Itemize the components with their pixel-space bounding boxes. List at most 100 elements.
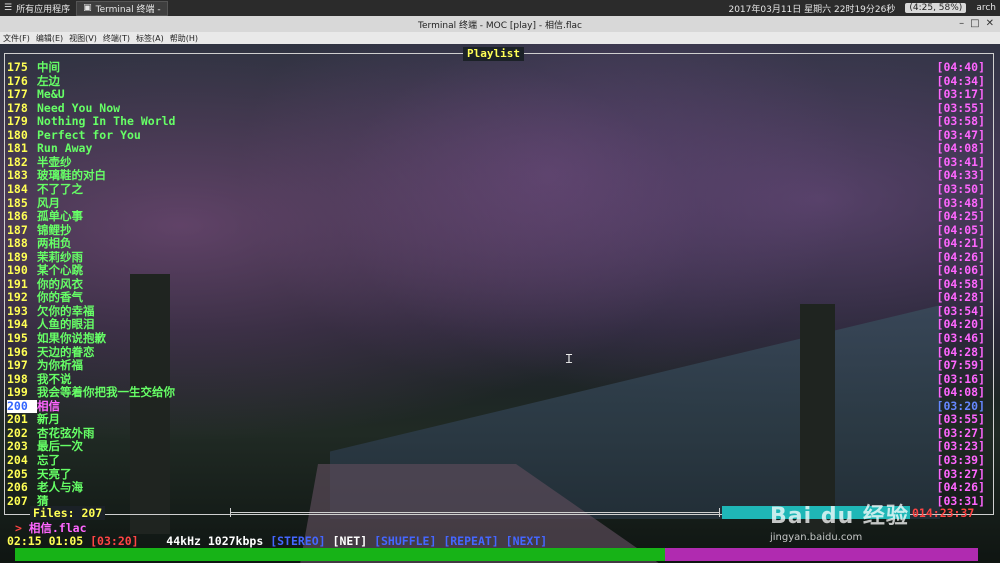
playlist-row-number: 194 (7, 317, 28, 332)
playlist-row[interactable]: 182 半壶纱 (7, 154, 72, 170)
playlist-row[interactable]: 192 你的香气 (7, 291, 83, 305)
playlist-row-number: 181 (7, 141, 28, 156)
playlist-row[interactable]: 203 最后一次 (7, 440, 83, 454)
playlist-row-number: 197 (7, 358, 28, 373)
playlist-row-number: 203 (7, 439, 28, 454)
playlist-row[interactable]: 185 风月 (7, 195, 60, 211)
menu-terminal[interactable]: 终端(T) (103, 33, 130, 44)
playlist-row[interactable]: 187 锦鲤抄 (7, 222, 72, 238)
playlist-row-duration: [04:20] (936, 317, 985, 332)
playlist-row[interactable]: 180 Perfect for You (7, 127, 141, 143)
divider-line (230, 512, 720, 513)
window-titlebar[interactable]: Terminal 终端 - MOC [play] - 相信.flac – □ ✕ (0, 16, 1000, 32)
mouse-cursor-icon: Ｉ (563, 352, 576, 366)
playlist-row-number: 198 (7, 371, 28, 386)
playlist-row[interactable]: 202 杏花弦外雨 (7, 425, 95, 441)
playlist-row[interactable]: 196 天边的眷恋 (7, 344, 95, 360)
playlist-row-title: 中间 (37, 60, 60, 74)
playlist-row-duration: [04:28] (936, 290, 985, 305)
playlist-row-number: 200 (7, 399, 37, 414)
playlist-row-number: 201 (7, 412, 28, 427)
apps-menu-button[interactable]: ☰ 所有应用程序 (4, 2, 70, 15)
playlist-row-duration: [07:59] (936, 358, 985, 373)
menu-view[interactable]: 视图(V) (69, 33, 97, 44)
playlist-row[interactable]: 206 老人与海 (7, 480, 83, 495)
playlist-row-number: 177 (7, 87, 28, 102)
playlist-row-number: 202 (7, 425, 28, 440)
playlist-row[interactable]: 184 不了了之 (7, 181, 83, 197)
playlist-row-duration: [04:05] (936, 222, 985, 237)
playlist-row[interactable]: 195 如果你说抱歉 (7, 331, 106, 346)
playlist-row-duration: [03:27] (936, 466, 985, 481)
playlist-row-duration: [03:46] (936, 331, 985, 345)
playlist-row-title: 半壶纱 (37, 154, 72, 169)
maximize-icon[interactable]: □ (970, 18, 979, 29)
taskbar-item-terminal[interactable]: ▣ Terminal 终端 - (76, 0, 168, 16)
playlist-row[interactable]: 200 相信 (7, 398, 60, 414)
bitrate: 1027kbps (207, 534, 264, 548)
playlist-row-title: Need You Now (37, 100, 121, 115)
playlist-row[interactable]: 177 Me&U (7, 87, 65, 102)
playlist-row-number: 185 (7, 195, 28, 210)
playlist-row-title: 某个心跳 (37, 263, 83, 278)
clock: 2017年03月11日 星期六 22时19分26秒 (728, 4, 896, 15)
playlist-row-number: 196 (7, 344, 28, 359)
playlist-row-number: 193 (7, 303, 28, 318)
playlist-row[interactable]: 194 人鱼的眼泪 (7, 318, 95, 332)
playlist-row-title: 风月 (37, 195, 60, 210)
next-flag: [NEXT] (505, 534, 548, 548)
playlist-row-title: Nothing In The World (37, 114, 176, 129)
terminal-area[interactable]: Playlist 175 中间 [04:40] 176 左边 [04:34] 177 Me&U… (0, 44, 1000, 563)
playlist-row-number: 183 (7, 168, 28, 183)
menu-edit[interactable]: 编辑(E) (36, 33, 63, 44)
playlist-row[interactable]: 181 Run Away (7, 142, 92, 156)
menu-help[interactable]: 帮助(H) (170, 33, 198, 44)
playlist-row-duration: [03:23] (936, 439, 985, 454)
playlist-row[interactable]: 201 新月 (7, 413, 60, 427)
playlist-row-duration: [03:17] (936, 87, 985, 102)
playlist-row[interactable]: 199 我会等着你把我一生交给你 (7, 385, 175, 400)
close-icon[interactable]: ✕ (986, 18, 994, 29)
playlist-row-title: 天边的眷恋 (37, 344, 95, 359)
time-left: 02:15 (7, 534, 42, 548)
playlist-row-title: 不了了之 (37, 181, 83, 196)
playlist-row-title: 相信 (37, 398, 60, 413)
playlist-row[interactable]: 179 Nothing In The World (7, 114, 176, 129)
playlist-row-title: 你的风衣 (37, 276, 83, 291)
playlist-row-title: 为你祈福 (37, 358, 83, 373)
playlist-row[interactable]: 198 我不说 (7, 371, 72, 387)
battery-indicator[interactable]: (4:25, 58%) (905, 3, 967, 13)
playlist-row-title: 最后一次 (37, 439, 83, 454)
playlist-row[interactable]: 191 你的风衣 (7, 276, 83, 292)
playlist-row-number: 204 (7, 452, 28, 467)
playlist-row[interactable]: 186 孤单心事 (7, 209, 83, 224)
playlist-row[interactable]: 176 左边 (7, 74, 60, 89)
playlist-row[interactable]: 178 Need You Now (7, 100, 121, 116)
time-total: [03:20] (90, 534, 139, 548)
user-menu[interactable]: arch (976, 3, 996, 13)
playlist-row[interactable]: 189 茉莉纱雨 (7, 250, 83, 265)
watermark-url: jingyan.baidu.com (770, 532, 863, 543)
playlist-row[interactable]: 197 为你祈福 (7, 358, 83, 373)
playlist-row-number: 191 (7, 276, 28, 291)
playlist-row[interactable]: 190 某个心跳 (7, 264, 83, 278)
playlist-row[interactable]: 205 天亮了 (7, 467, 72, 482)
playlist-title: Playlist (463, 47, 524, 61)
playlist-row-number: 187 (7, 222, 28, 237)
minimize-icon[interactable]: – (959, 18, 964, 29)
playlist-row[interactable]: 188 两相负 (7, 236, 72, 251)
playlist-row-duration: [03:41] (936, 154, 985, 169)
menubar: 文件(F) 编辑(E) 视图(V) 终端(T) 标签(A) 帮助(H) (0, 32, 1000, 44)
playlist-row[interactable]: 204 忘了 (7, 452, 60, 468)
playlist-row-number: 180 (7, 127, 28, 142)
playlist-row[interactable]: 183 玻璃鞋的对白 (7, 169, 106, 183)
menu-file[interactable]: 文件(F) (3, 33, 30, 44)
playlist-row-duration: [03:55] (936, 412, 985, 427)
playlist-row[interactable]: 175 中间 (7, 60, 60, 75)
playlist-row-duration: [04:21] (936, 236, 985, 251)
progress-fill (15, 548, 666, 561)
playlist-row[interactable]: 193 欠你的幸福 (7, 303, 95, 319)
time-elapsed: 01:05 (48, 534, 84, 548)
playlist-row-duration: [03:20] (936, 398, 985, 413)
menu-tabs[interactable]: 标签(A) (136, 33, 164, 44)
